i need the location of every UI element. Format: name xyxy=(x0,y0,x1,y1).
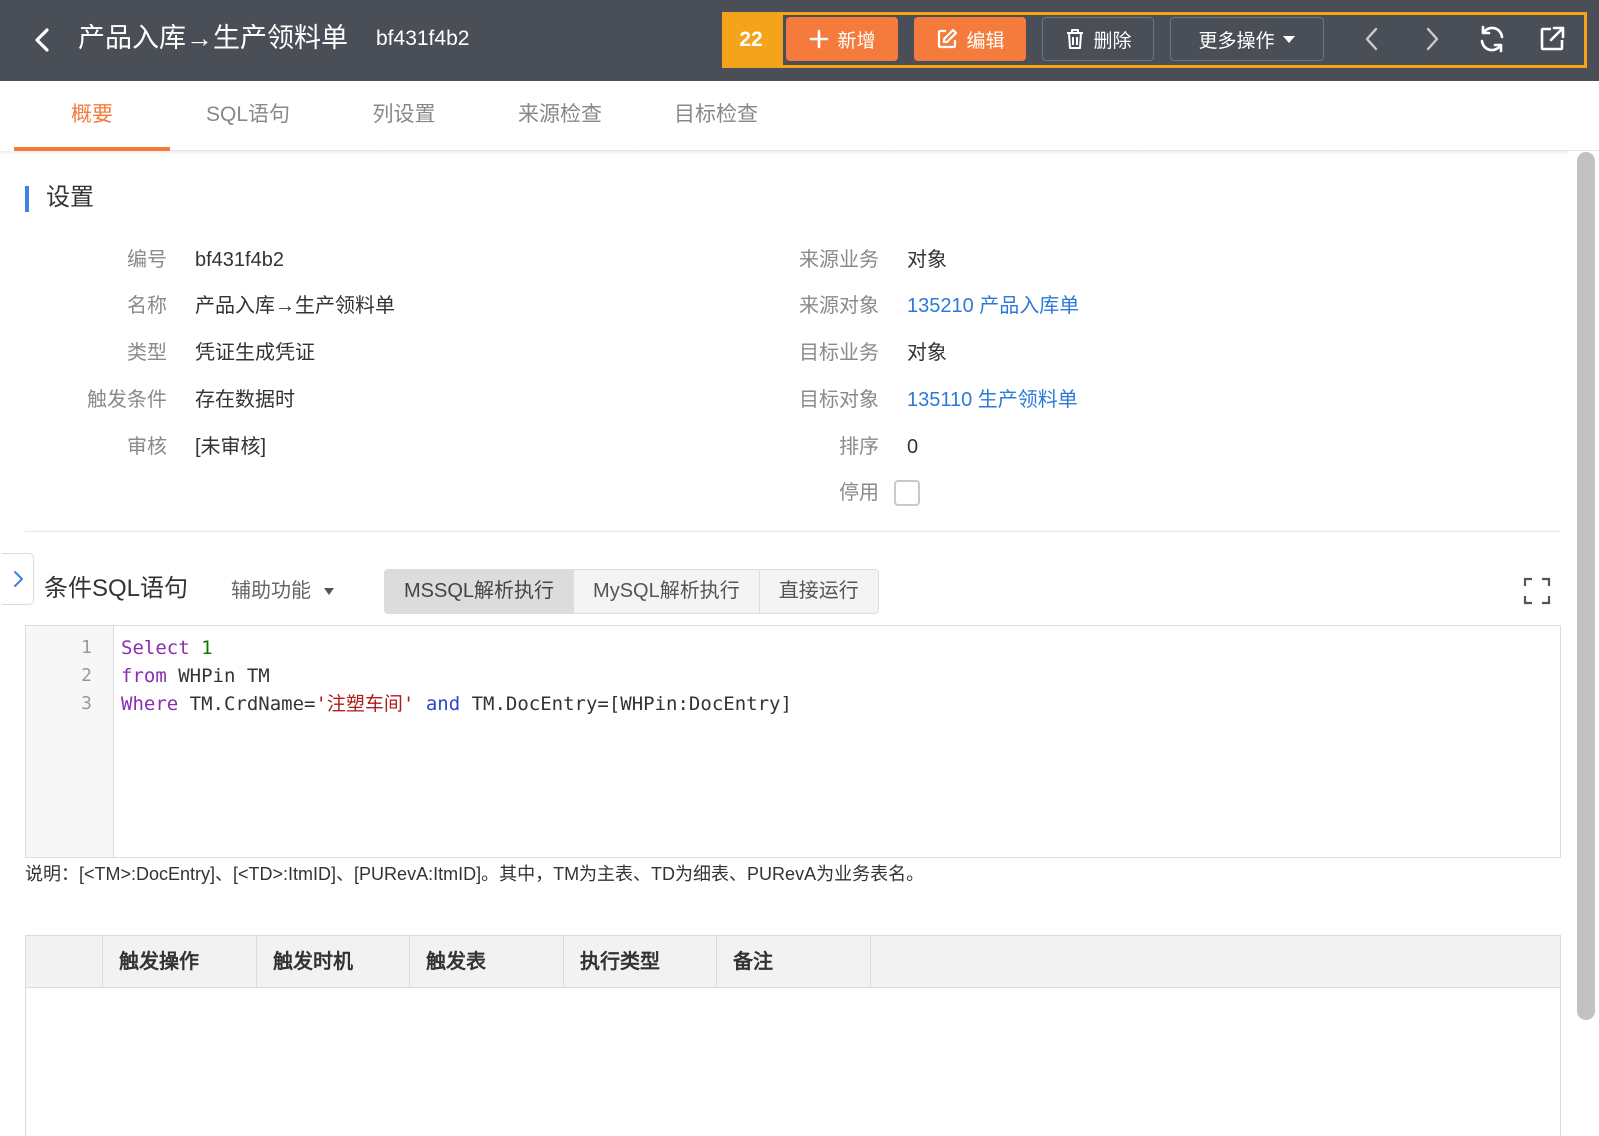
field-label-type: 类型 xyxy=(127,342,167,364)
field-value-code: bf431f4b2 xyxy=(195,249,284,271)
code-token: '注塑车间' xyxy=(315,693,415,715)
fullscreen-icon[interactable] xyxy=(1523,577,1551,605)
code-line: Where TM.CrdName='注塑车间' and TM.DocEntry=… xyxy=(121,690,792,718)
top-header: 产品入库→生产领料单 bf431f4b2 22 新增 编辑 删除 更多操作 xyxy=(0,0,1599,81)
sql-section-title: 条件SQL语句 xyxy=(44,575,189,602)
target-object-link[interactable]: 135110 生产领料单 xyxy=(907,386,1078,414)
plus-icon xyxy=(810,29,829,49)
field-label-code: 编号 xyxy=(127,249,167,271)
next-record-icon[interactable] xyxy=(1412,19,1452,59)
field-label-source-business: 来源业务 xyxy=(799,249,879,271)
page-title: 产品入库→生产领料单 xyxy=(78,23,348,53)
mode-direct-run-button[interactable]: 直接运行 xyxy=(760,570,878,613)
tab-overview[interactable]: 概要 xyxy=(14,81,170,151)
field-value-audit: [未审核] xyxy=(195,436,267,458)
column-header-trigger-action[interactable]: 触发操作 xyxy=(103,936,257,988)
edit-button-label: 编辑 xyxy=(966,30,1005,52)
field-value-name: 产品入库→生产领料单 xyxy=(195,295,395,317)
field-value-trigger: 存在数据时 xyxy=(195,389,295,411)
detail-tabs: 概要 SQL语句 列设置 来源检查 目标检查 xyxy=(14,81,1599,151)
more-actions-dropdown[interactable]: 更多操作 xyxy=(1170,17,1324,61)
caret-down-icon xyxy=(1282,36,1295,43)
caret-down-icon xyxy=(324,587,334,595)
tab-sql[interactable]: SQL语句 xyxy=(170,81,326,149)
table-header: 触发操作 触发时机 触发表 执行类型 备注 xyxy=(26,936,1560,988)
section-divider xyxy=(25,531,1561,532)
trash-icon xyxy=(1067,29,1084,49)
back-arrow-icon[interactable] xyxy=(28,22,58,58)
side-panel-toggle[interactable] xyxy=(2,553,34,605)
delete-button-label: 删除 xyxy=(1093,30,1132,52)
column-header-remark[interactable]: 备注 xyxy=(717,936,871,988)
code-token: Select xyxy=(121,637,190,659)
source-object-link[interactable]: 135210 产品入库单 xyxy=(907,292,1079,320)
field-value-target-business: 对象 xyxy=(907,342,947,364)
code-token: WHPin TM xyxy=(166,665,270,687)
scrollbar-thumb[interactable] xyxy=(1577,152,1595,1020)
line-number: 1 xyxy=(81,637,92,658)
field-label-source-object: 来源对象 xyxy=(799,295,879,317)
line-number: 3 xyxy=(81,693,92,714)
trigger-table: 触发操作 触发时机 触发表 执行类型 备注 xyxy=(25,935,1561,1136)
column-header-trigger-table[interactable]: 触发表 xyxy=(410,936,564,988)
record-code: bf431f4b2 xyxy=(376,27,470,50)
code-token: Where xyxy=(121,693,179,715)
field-label-target-business: 目标业务 xyxy=(799,342,879,364)
line-number-gutter: 1 2 3 xyxy=(26,626,114,857)
sql-mode-switch: MSSQL解析执行 MySQL解析执行 直接运行 xyxy=(384,569,879,614)
aux-functions-dropdown[interactable]: 辅助功能 xyxy=(231,577,335,605)
annotation-badge: 22 xyxy=(722,12,780,68)
edit-icon xyxy=(938,28,958,49)
field-label-audit: 审核 xyxy=(127,436,167,458)
mode-mysql-button[interactable]: MySQL解析执行 xyxy=(574,570,760,613)
field-value-type: 凭证生成凭证 xyxy=(195,342,315,364)
field-value-sort: 0 xyxy=(907,436,919,458)
add-button[interactable]: 新增 xyxy=(786,17,898,61)
code-line: from WHPin TM xyxy=(121,662,270,690)
field-label-trigger: 触发条件 xyxy=(87,389,167,411)
field-label-target-object: 目标对象 xyxy=(799,389,879,411)
code-token: from xyxy=(121,665,167,687)
code-token: TM.DocEntry=[WHPin:DocEntry] xyxy=(460,693,792,715)
sql-code-editor[interactable]: 1 2 3 Select 1 from WHPin TM Where TM.Cr… xyxy=(25,625,1561,858)
field-label-name: 名称 xyxy=(127,295,167,317)
field-label-sort: 排序 xyxy=(839,436,879,458)
tab-columns[interactable]: 列设置 xyxy=(326,81,482,149)
sql-help-note: 说明：[<TM>:DocEntry]、[<TD>:ItmID]、[PURevA:… xyxy=(25,864,925,884)
field-value-source-business: 对象 xyxy=(907,249,947,271)
code-token: TM.CrdName= xyxy=(178,693,316,715)
more-actions-label: 更多操作 xyxy=(1198,30,1275,52)
chevron-right-icon xyxy=(13,571,23,587)
open-external-icon[interactable] xyxy=(1532,19,1572,59)
add-button-label: 新增 xyxy=(837,30,876,52)
delete-button[interactable]: 删除 xyxy=(1042,17,1154,61)
code-line: Select 1 xyxy=(121,634,213,662)
column-header-trigger-timing[interactable]: 触发时机 xyxy=(257,936,410,988)
settings-section-title: 设置 xyxy=(46,184,94,211)
column-header-index xyxy=(26,936,103,988)
refresh-icon[interactable] xyxy=(1472,19,1512,59)
disabled-checkbox[interactable] xyxy=(894,480,920,506)
section-marker xyxy=(25,186,29,212)
column-header-exec-type[interactable]: 执行类型 xyxy=(564,936,717,988)
prev-record-icon[interactable] xyxy=(1352,19,1392,59)
code-token: and xyxy=(425,693,461,715)
mode-mssql-button[interactable]: MSSQL解析执行 xyxy=(385,570,575,613)
code-token: 1 xyxy=(201,637,213,659)
line-number: 2 xyxy=(81,665,92,686)
edit-button[interactable]: 编辑 xyxy=(914,17,1026,61)
aux-functions-label: 辅助功能 xyxy=(231,580,311,602)
tab-target-check[interactable]: 目标检查 xyxy=(638,81,794,149)
tab-source-check[interactable]: 来源检查 xyxy=(482,81,638,149)
field-label-disabled: 停用 xyxy=(839,482,879,504)
tabs-shadow xyxy=(0,151,1568,155)
